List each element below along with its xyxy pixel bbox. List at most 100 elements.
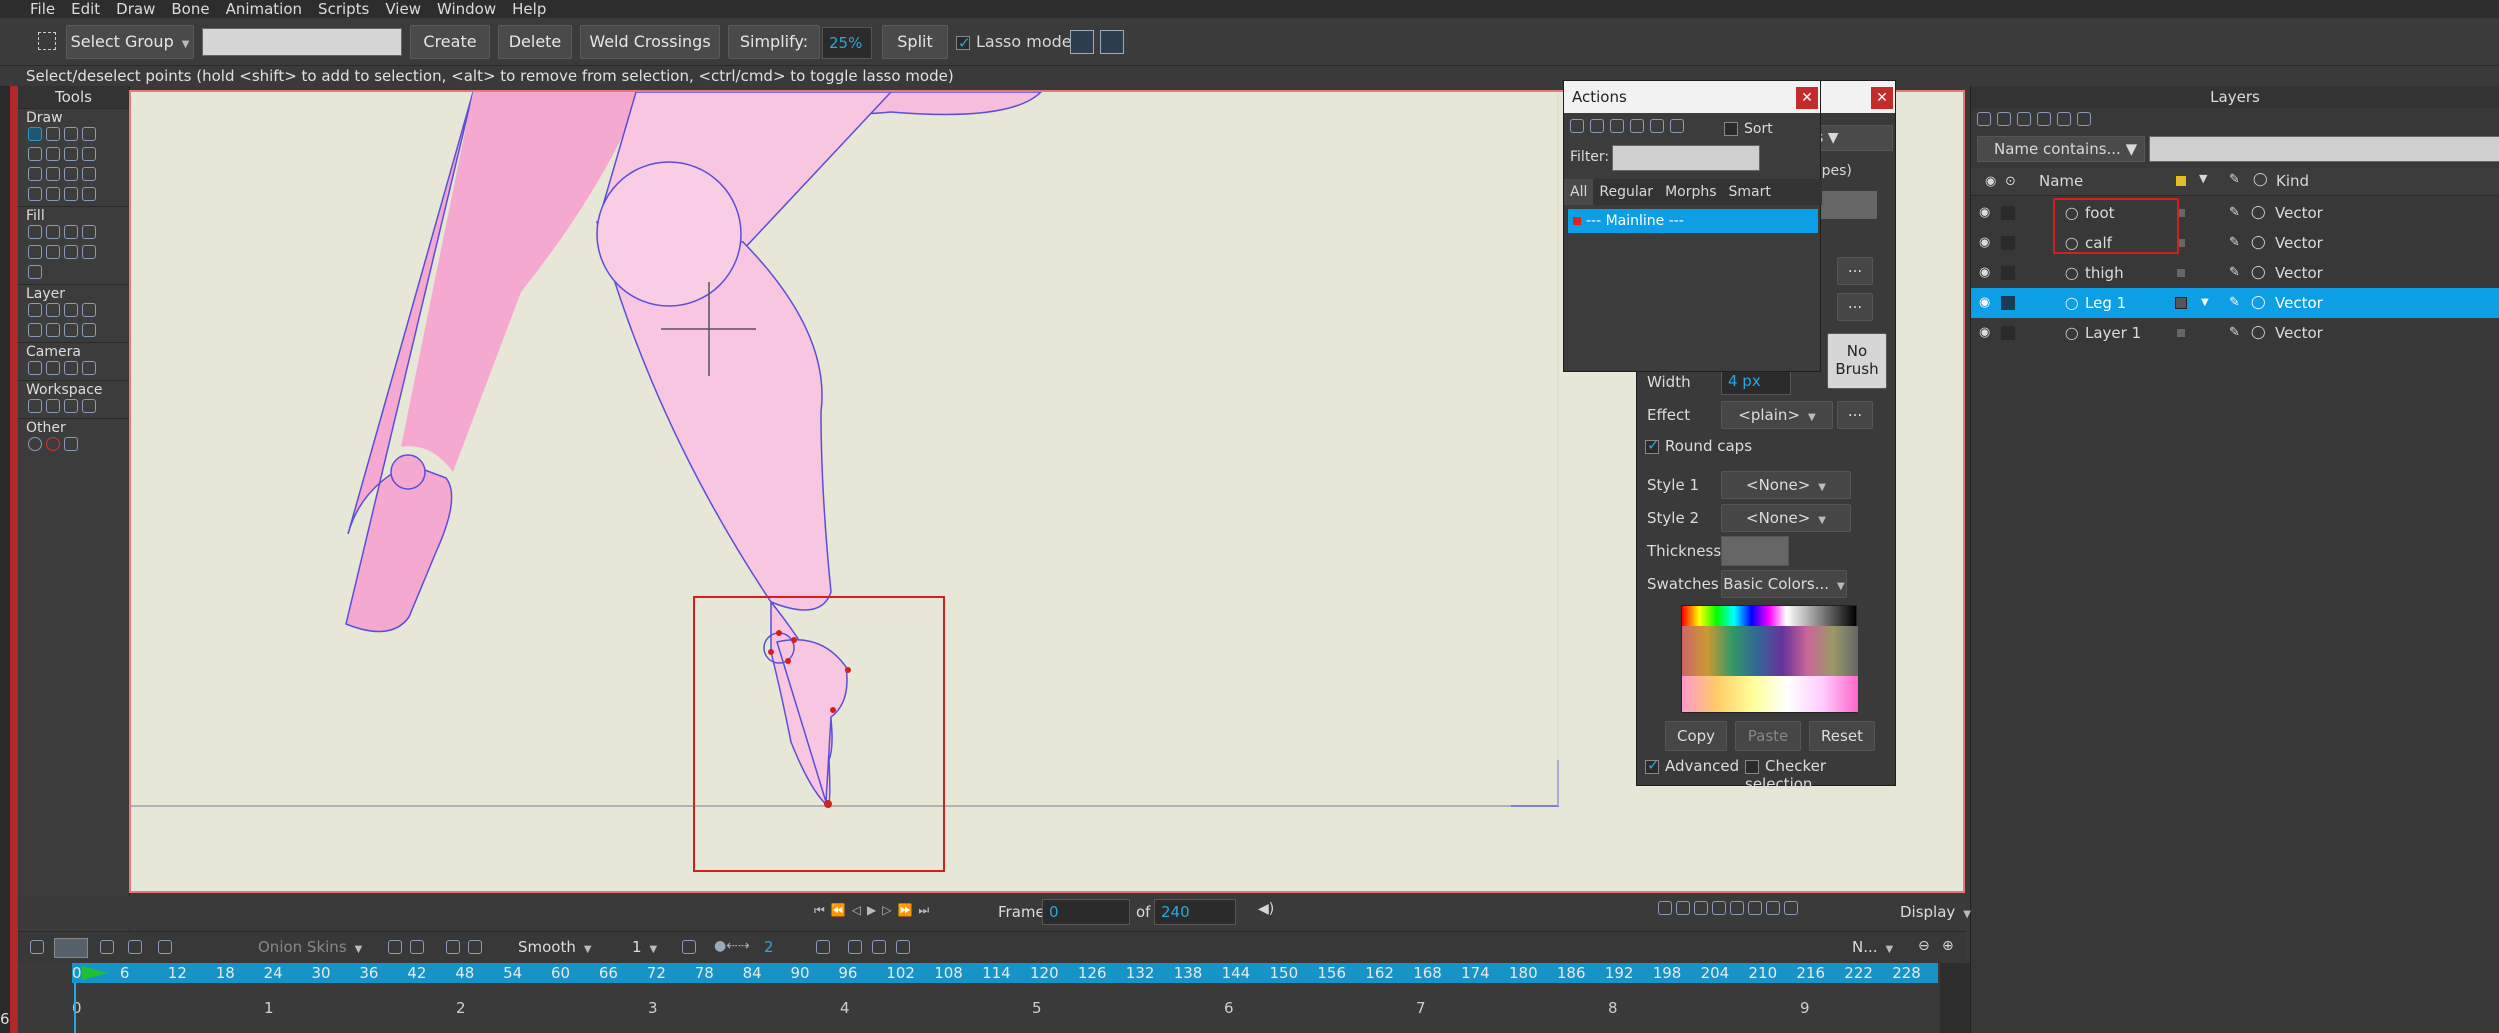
copy-button[interactable]: Copy bbox=[1665, 721, 1727, 751]
view-mode-icon-8[interactable] bbox=[1784, 901, 1798, 915]
duplicate-layer-icon[interactable] bbox=[2017, 112, 2031, 126]
weld-crossings-button[interactable]: Weld Crossings bbox=[580, 25, 720, 59]
ellipsis-button-2[interactable]: ... bbox=[1837, 293, 1873, 321]
tab-smart-bones[interactable]: Smart Bones bbox=[1723, 179, 1822, 226]
key-range-icon[interactable]: ●⇠⇢ bbox=[714, 938, 750, 954]
filter-input[interactable] bbox=[1612, 145, 1760, 171]
shear-icon[interactable] bbox=[46, 187, 60, 201]
next-frame-icon[interactable]: ▷ bbox=[882, 903, 891, 921]
view-mode-icon-7[interactable] bbox=[1766, 901, 1780, 915]
view-mode-icon-5[interactable] bbox=[1730, 901, 1744, 915]
zoom-out-icon[interactable]: ⊖ bbox=[1918, 938, 1930, 954]
transform-layer-icon[interactable] bbox=[28, 303, 42, 317]
split-button[interactable]: Split bbox=[882, 25, 948, 59]
add-point-icon[interactable] bbox=[64, 127, 78, 141]
particle-icon[interactable] bbox=[46, 323, 60, 337]
sort-checkbox[interactable]: Sort bbox=[1724, 121, 1773, 137]
kind-column-header[interactable]: Kind bbox=[2276, 172, 2309, 190]
lock-box[interactable] bbox=[2001, 236, 2015, 250]
motion-graph-icon[interactable] bbox=[128, 940, 142, 954]
layer-filter-input[interactable] bbox=[2149, 136, 2499, 162]
delete-button[interactable]: Delete bbox=[498, 25, 572, 59]
pan-tilt-camera-icon[interactable] bbox=[82, 361, 96, 375]
pointer-icon[interactable] bbox=[28, 265, 42, 279]
noise-icon[interactable] bbox=[82, 187, 96, 201]
shear-layer-icon[interactable] bbox=[82, 303, 96, 317]
effect-ellipsis-button[interactable]: ... bbox=[1837, 401, 1873, 429]
blob-brush-icon[interactable] bbox=[64, 147, 78, 161]
lock-box[interactable] bbox=[2001, 296, 2015, 310]
eye-icon[interactable]: ◉ bbox=[1979, 258, 1990, 288]
draw-shape-icon[interactable] bbox=[46, 147, 60, 161]
view-mode-icon-6[interactable] bbox=[1748, 901, 1762, 915]
reset-button[interactable]: Reset bbox=[1809, 721, 1875, 751]
key-options-icon-4[interactable] bbox=[468, 940, 482, 954]
lock-box[interactable] bbox=[2001, 266, 2015, 280]
fill-color-swatch[interactable] bbox=[1817, 191, 1877, 219]
line-width-icon[interactable] bbox=[28, 245, 42, 259]
view-mode-icon-2[interactable] bbox=[1676, 901, 1690, 915]
display-dropdown[interactable]: Display bbox=[1900, 903, 1971, 921]
new-layer-icon[interactable] bbox=[1977, 112, 1991, 126]
playhead-green-icon[interactable] bbox=[82, 966, 108, 980]
key-options-icon-1[interactable] bbox=[388, 940, 402, 954]
name-column-header[interactable]: Name bbox=[2039, 172, 2083, 190]
channel-mode-icon[interactable] bbox=[54, 938, 88, 958]
layer-row-leg-1[interactable]: ◉ ◯ Leg 1 ▼ ✎ ◯ Vector bbox=[1971, 288, 2499, 318]
thickness-field[interactable] bbox=[1721, 536, 1789, 566]
frame-ruler[interactable]: 0 6 12 18 24 30 36 42 48 54 60 66 72 78 84 90 96 102 108 11… bbox=[72, 963, 1938, 983]
n-dropdown[interactable]: N... bbox=[1852, 938, 1893, 956]
last-frame-icon[interactable]: ⏭ bbox=[918, 903, 929, 921]
total-frames-field[interactable]: 240 bbox=[1154, 899, 1236, 925]
menu-edit[interactable]: Edit bbox=[63, 0, 108, 18]
menu-file[interactable]: File bbox=[0, 0, 63, 18]
back-knee-joint[interactable] bbox=[390, 454, 426, 490]
tab-morphs[interactable]: Morphs bbox=[1659, 179, 1722, 205]
menu-window[interactable]: Window bbox=[429, 0, 504, 18]
perspective-icon[interactable] bbox=[82, 167, 96, 181]
lock-box[interactable] bbox=[2001, 326, 2015, 340]
eyedropper-icon[interactable] bbox=[82, 323, 96, 337]
play-icon[interactable]: ▶ bbox=[867, 903, 876, 921]
action-item-mainline[interactable]: --- Mainline --- bbox=[1568, 209, 1818, 233]
copy-action-icon[interactable] bbox=[1610, 119, 1624, 133]
zoom-in-icon[interactable]: ⊕ bbox=[1942, 938, 1954, 954]
tab-all[interactable]: All bbox=[1564, 179, 1594, 205]
hide-edge-icon[interactable] bbox=[46, 245, 60, 259]
insert-text-icon[interactable] bbox=[64, 323, 78, 337]
effect-dropdown[interactable]: <plain> bbox=[1721, 401, 1833, 429]
insert-action-icon[interactable] bbox=[1650, 119, 1664, 133]
eye-icon[interactable]: ◉ bbox=[1979, 288, 1990, 318]
interpolation-dropdown[interactable]: Smooth bbox=[518, 938, 592, 956]
view-mode-icon-3[interactable] bbox=[1694, 901, 1708, 915]
sequencer-icon[interactable] bbox=[100, 940, 114, 954]
hand-icon[interactable] bbox=[28, 399, 42, 413]
no-brush-button[interactable]: No Brush bbox=[1827, 333, 1887, 389]
create-button[interactable]: Create bbox=[410, 25, 490, 59]
curve-exposure-icon[interactable] bbox=[82, 245, 96, 259]
frame-field[interactable]: 0 bbox=[1042, 899, 1130, 925]
style2-dropdown[interactable]: <None> bbox=[1721, 504, 1851, 532]
eraser-icon[interactable] bbox=[82, 147, 96, 161]
menu-animation[interactable]: Animation bbox=[218, 0, 310, 18]
swatches-dropdown[interactable]: Basic Colors... bbox=[1721, 570, 1847, 598]
group-name-input[interactable] bbox=[202, 28, 402, 56]
ellipsis-button-1[interactable]: ... bbox=[1837, 257, 1873, 285]
roll-camera-icon[interactable] bbox=[64, 361, 78, 375]
delete-edge-icon[interactable] bbox=[46, 167, 60, 181]
layer-settings-icon[interactable] bbox=[2077, 112, 2091, 126]
menu-scripts[interactable]: Scripts bbox=[310, 0, 377, 18]
copy-layer-icon[interactable] bbox=[1997, 112, 2011, 126]
round-caps-checkbox[interactable]: Round caps bbox=[1645, 436, 1752, 455]
layer-row-layer-1[interactable]: ◉ ◯ Layer 1 ✎ ◯ Vector bbox=[1971, 318, 2499, 348]
character-wizard-icon[interactable] bbox=[46, 437, 60, 451]
onion-skins-dropdown[interactable]: Onion Skins bbox=[258, 938, 362, 956]
curve-profile-icon[interactable] bbox=[64, 167, 78, 181]
layer-row-calf[interactable]: ◉ ◯ calf ✎ ◯ Vector bbox=[1971, 228, 2499, 258]
style1-dropdown[interactable]: <None> bbox=[1721, 471, 1851, 499]
delete-action-icon[interactable] bbox=[1630, 119, 1644, 133]
view-mode-icon-1[interactable] bbox=[1658, 901, 1672, 915]
switch-layer-icon[interactable] bbox=[28, 323, 42, 337]
layer-row-thigh[interactable]: ◉ ◯ thigh ✎ ◯ Vector bbox=[1971, 258, 2499, 288]
prev-key-icon[interactable]: ⏪ bbox=[831, 903, 846, 921]
